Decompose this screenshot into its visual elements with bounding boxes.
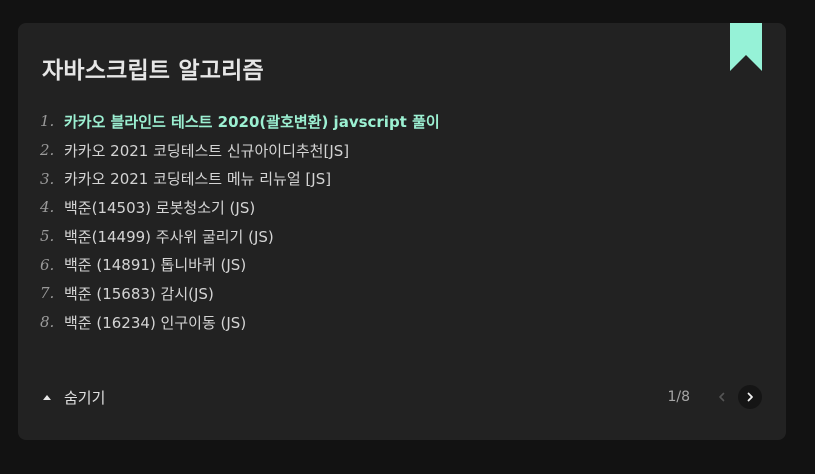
- post-number: 8.: [40, 313, 55, 332]
- post-number: 3.: [40, 169, 55, 188]
- bookmark-icon: [730, 23, 762, 71]
- series-post-item: 7. 백준 (15683) 감시(JS): [40, 279, 440, 308]
- post-number: 2.: [40, 141, 55, 160]
- series-title[interactable]: 자바스크립트 알고리즘: [42, 56, 264, 86]
- prev-button[interactable]: [710, 385, 734, 409]
- series-post-list: 1. 카카오 블라인드 테스트 2020(괄호변환) javscript 풀이 2.…: [40, 107, 440, 337]
- series-pager: 1/8: [667, 385, 762, 409]
- post-link[interactable]: 카카오 블라인드 테스트 2020(괄호변환) javscript 풀이: [64, 111, 440, 132]
- next-button[interactable]: [738, 385, 762, 409]
- hide-toggle-button[interactable]: 숨기기: [42, 387, 105, 408]
- series-post-item: 1. 카카오 블라인드 테스트 2020(괄호변환) javscript 풀이: [40, 107, 440, 136]
- series-post-item: 6. 백준 (14891) 톱니바퀴 (JS): [40, 250, 440, 279]
- post-link[interactable]: 백준 (15683) 감시(JS): [64, 283, 214, 304]
- page-indicator: 1/8: [667, 389, 690, 405]
- post-number: 1.: [40, 112, 55, 131]
- post-link[interactable]: 백준(14499) 주사위 굴리기 (JS): [64, 226, 274, 247]
- caret-up-icon: [43, 394, 51, 400]
- series-footer: 숨기기 1/8: [42, 385, 762, 409]
- chevron-left-icon: [719, 392, 725, 402]
- series-post-item: 8. 백준 (16234) 인구이동 (JS): [40, 308, 440, 337]
- chevron-right-icon: [747, 392, 753, 402]
- post-link[interactable]: 카카오 2021 코딩테스트 메뉴 리뉴얼 [JS]: [64, 168, 331, 189]
- post-link[interactable]: 백준 (16234) 인구이동 (JS): [64, 312, 246, 333]
- post-link[interactable]: 카카오 2021 코딩테스트 신규아이디추천[JS]: [64, 140, 349, 161]
- post-number: 5.: [40, 227, 55, 246]
- series-card: 자바스크립트 알고리즘 1. 카카오 블라인드 테스트 2020(괄호변환) ja…: [18, 23, 786, 440]
- post-link[interactable]: 백준(14503) 로봇청소기 (JS): [64, 197, 255, 218]
- series-post-item: 4. 백준(14503) 로봇청소기 (JS): [40, 193, 440, 222]
- post-number: 4.: [40, 198, 55, 217]
- series-post-item: 3. 카카오 2021 코딩테스트 메뉴 리뉴얼 [JS]: [40, 164, 440, 193]
- post-link[interactable]: 백준 (14891) 톱니바퀴 (JS): [64, 254, 246, 275]
- hide-toggle-label: 숨기기: [64, 388, 106, 407]
- post-number: 6.: [40, 255, 55, 274]
- series-post-item: 5. 백준(14499) 주사위 굴리기 (JS): [40, 222, 440, 251]
- series-post-item: 2. 카카오 2021 코딩테스트 신규아이디추천[JS]: [40, 136, 440, 165]
- post-number: 7.: [40, 284, 55, 303]
